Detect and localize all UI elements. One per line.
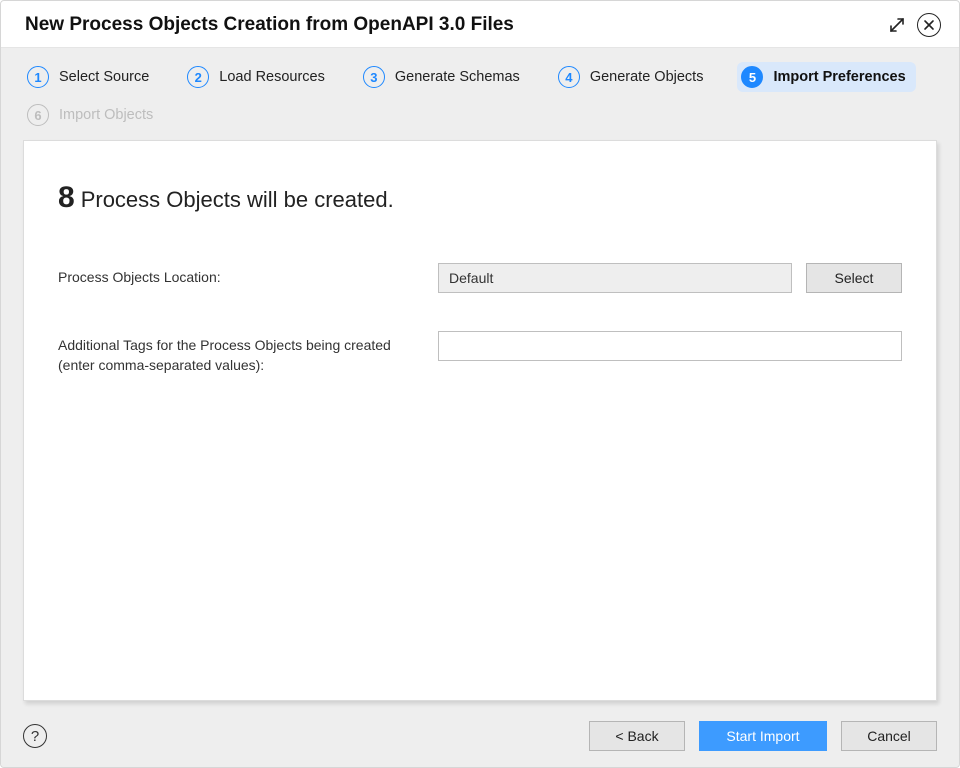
cancel-button[interactable]: Cancel — [841, 721, 937, 751]
dialog-title: New Process Objects Creation from OpenAP… — [25, 14, 514, 36]
step-label: Generate Objects — [590, 69, 704, 85]
row-location: Process Objects Location: Select — [58, 263, 902, 293]
dialog-window: New Process Objects Creation from OpenAP… — [0, 0, 960, 768]
step-label: Select Source — [59, 69, 149, 85]
back-button[interactable]: < Back — [589, 721, 685, 751]
step-number: 6 — [27, 104, 49, 126]
help-icon: ? — [31, 728, 39, 745]
step-generate-schemas[interactable]: 3 Generate Schemas — [359, 62, 530, 92]
summary-count: 8 — [58, 181, 75, 215]
step-select-source[interactable]: 1 Select Source — [23, 62, 159, 92]
expand-icon — [888, 16, 906, 34]
dialog-footer: ? < Back Start Import Cancel — [1, 709, 959, 767]
select-button-label: Select — [835, 270, 874, 286]
step-number: 3 — [363, 66, 385, 88]
summary-text: Process Objects will be created. — [81, 187, 394, 213]
start-import-label: Start Import — [726, 728, 799, 744]
tags-controls — [438, 331, 902, 361]
step-import-objects: 6 Import Objects — [23, 100, 163, 130]
content-panel: 8 Process Objects will be created. Proce… — [23, 140, 937, 701]
location-input[interactable] — [438, 263, 792, 293]
step-load-resources[interactable]: 2 Load Resources — [183, 62, 335, 92]
step-label: Load Resources — [219, 69, 325, 85]
step-import-preferences[interactable]: 5 Import Preferences — [737, 62, 915, 92]
back-button-label: < Back — [615, 728, 658, 744]
step-number: 2 — [187, 66, 209, 88]
step-number: 1 — [27, 66, 49, 88]
help-button[interactable]: ? — [23, 724, 47, 748]
close-button[interactable] — [917, 13, 941, 37]
location-label: Process Objects Location: — [58, 263, 418, 287]
location-controls: Select — [438, 263, 902, 293]
step-label: Generate Schemas — [395, 69, 520, 85]
step-label: Import Objects — [59, 107, 153, 123]
panel-wrapper: 8 Process Objects will be created. Proce… — [1, 140, 959, 709]
summary-line: 8 Process Objects will be created. — [58, 181, 902, 215]
row-tags: Additional Tags for the Process Objects … — [58, 331, 902, 376]
step-number: 4 — [558, 66, 580, 88]
start-import-button[interactable]: Start Import — [699, 721, 827, 751]
header-controls — [885, 13, 941, 37]
maximize-button[interactable] — [885, 13, 909, 37]
tags-label: Additional Tags for the Process Objects … — [58, 331, 418, 376]
select-location-button[interactable]: Select — [806, 263, 902, 293]
cancel-button-label: Cancel — [867, 728, 911, 744]
step-generate-objects[interactable]: 4 Generate Objects — [554, 62, 714, 92]
dialog-header: New Process Objects Creation from OpenAP… — [1, 1, 959, 48]
wizard-steps: 1 Select Source 2 Load Resources 3 Gener… — [1, 48, 959, 140]
step-label: Import Preferences — [773, 69, 905, 85]
step-number: 5 — [741, 66, 763, 88]
footer-buttons: < Back Start Import Cancel — [589, 721, 937, 751]
tags-input[interactable] — [438, 331, 902, 361]
close-icon — [923, 19, 935, 31]
